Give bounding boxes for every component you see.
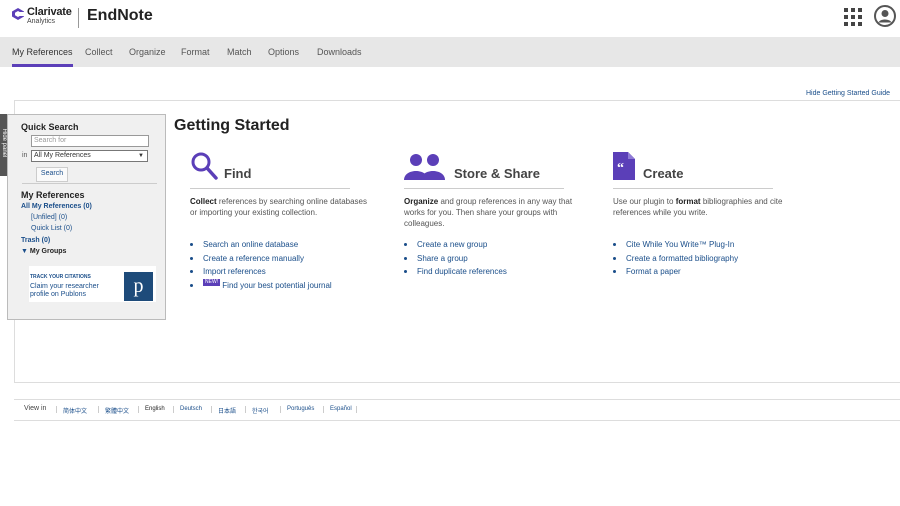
lang-separator <box>323 406 324 413</box>
lang-separator <box>356 406 357 413</box>
create-reference-manually-link[interactable]: Create a reference manually <box>190 252 370 266</box>
tab-my-references[interactable]: My References <box>12 37 73 67</box>
all-my-references-link[interactable]: All My References (0) <box>21 203 92 210</box>
tab-downloads[interactable]: Downloads <box>317 37 362 67</box>
my-groups-label: My Groups <box>29 248 67 255</box>
create-divider <box>613 188 773 189</box>
publons-headline: TRACK YOUR CITATIONS <box>30 274 91 280</box>
publons-banner[interactable]: TRACK YOUR CITATIONS Claim your research… <box>29 266 156 302</box>
create-new-group-link[interactable]: Create a new group <box>404 238 584 252</box>
new-badge: NEW! <box>203 278 221 286</box>
lang-english[interactable]: English <box>145 406 165 412</box>
create-desc-bold: format <box>675 197 701 206</box>
find-journal-text: Find your best potential journal <box>222 280 332 290</box>
dropdown-arrow-icon: ▼ <box>138 153 144 159</box>
triangle-down-icon: ▼ <box>21 248 28 255</box>
store-share-heading-text: Store & Share <box>454 166 540 181</box>
left-panel: Quick Search Search for in All My Refere… <box>7 114 166 320</box>
find-duplicate-references-link[interactable]: Find duplicate references <box>404 265 584 279</box>
store-desc-bold: Organize <box>404 197 439 206</box>
clarivate-logo-icon <box>12 8 24 20</box>
user-account-icon[interactable] <box>874 5 896 27</box>
panel-divider <box>22 183 157 184</box>
create-heading-text: Create <box>643 166 684 181</box>
lang-portuguese[interactable]: Português <box>287 406 314 412</box>
find-desc-text: references by searching online databases… <box>190 197 367 217</box>
unfiled-link[interactable]: [Unfiled] (0) <box>31 214 67 221</box>
trash-link[interactable]: Trash (0) <box>21 237 50 244</box>
my-references-title: My References <box>21 190 85 200</box>
logo-divider <box>78 8 79 28</box>
store-share-links: Create a new group Share a group Find du… <box>404 238 584 279</box>
my-groups-toggle[interactable]: ▼ My Groups <box>21 248 66 255</box>
create-bibliography-link[interactable]: Create a formatted bibliography <box>613 252 793 266</box>
brand-subtitle: Analytics <box>27 18 56 25</box>
search-button[interactable]: Search <box>36 167 68 182</box>
hide-panel-tab[interactable]: Hide panel <box>0 114 7 176</box>
lang-separator <box>280 406 281 413</box>
svg-text:“: “ <box>617 161 624 176</box>
quick-list-link[interactable]: Quick List (0) <box>31 225 72 232</box>
search-online-database-link[interactable]: Search an online database <box>190 238 370 252</box>
store-share-description: Organize and group references in any way… <box>404 196 584 229</box>
publons-logo: p <box>124 272 153 301</box>
find-divider <box>190 188 350 189</box>
hide-getting-started-link[interactable]: Hide Getting Started Guide <box>806 90 890 97</box>
language-bar: View in 简体中文 繁體中文 English Deutsch 日本語 한국… <box>14 399 900 421</box>
share-group-link[interactable]: Share a group <box>404 252 584 266</box>
lang-spanish[interactable]: Español <box>330 406 352 412</box>
publons-line-3: profile on Publons <box>30 291 87 298</box>
find-journal-link[interactable]: NEW! Find your best potential journal <box>190 278 370 293</box>
tab-collect[interactable]: Collect <box>85 37 113 67</box>
create-description: Use our plugin to format bibliographies … <box>613 196 793 218</box>
main-nav: My References Collect Organize Format Ma… <box>0 37 900 67</box>
quick-search-title: Quick Search <box>21 122 79 132</box>
group-users-icon <box>404 154 445 180</box>
lang-traditional-chinese[interactable]: 繁體中文 <box>105 406 129 415</box>
find-links: Search an online database Create a refer… <box>190 238 370 292</box>
cite-while-you-write-link[interactable]: Cite While You Write™ Plug-In <box>613 238 793 252</box>
brand-name: Clarivate <box>27 6 72 18</box>
top-bar: Clarivate Analytics EndNote <box>0 0 900 37</box>
import-references-link[interactable]: Import references <box>190 265 370 279</box>
lang-german[interactable]: Deutsch <box>180 406 202 412</box>
lang-separator <box>211 406 212 413</box>
view-in-label: View in <box>24 405 47 412</box>
create-desc-pre: Use our plugin to <box>613 197 676 206</box>
quote-document-icon: “ <box>613 152 635 180</box>
lang-separator <box>138 406 139 413</box>
lang-separator <box>56 406 57 413</box>
create-links: Cite While You Write™ Plug-In Create a f… <box>613 238 793 279</box>
lang-separator <box>245 406 246 413</box>
find-heading-text: Find <box>224 166 252 181</box>
publons-line-2: Claim your researcher <box>30 283 99 290</box>
tab-match[interactable]: Match <box>227 37 252 67</box>
find-desc-bold: Collect <box>190 197 217 206</box>
lang-separator <box>173 406 174 413</box>
format-paper-link[interactable]: Format a paper <box>613 265 793 279</box>
tab-format[interactable]: Format <box>181 37 210 67</box>
tab-options[interactable]: Options <box>268 37 299 67</box>
search-in-label: in <box>22 152 28 159</box>
magnifier-icon <box>191 152 218 180</box>
app-name: EndNote <box>87 7 153 24</box>
grid-apps-icon[interactable] <box>844 8 862 26</box>
find-description: Collect references by searching online d… <box>190 196 370 218</box>
store-share-divider <box>404 188 564 189</box>
getting-started-title: Getting Started <box>174 117 290 134</box>
search-scope-select[interactable]: All My References ▼ <box>31 150 148 162</box>
lang-separator <box>98 406 99 413</box>
lang-japanese[interactable]: 日本語 <box>218 406 236 415</box>
quick-search-input[interactable]: Search for <box>31 135 149 147</box>
lang-simplified-chinese[interactable]: 简体中文 <box>63 406 87 415</box>
tab-organize[interactable]: Organize <box>129 37 166 67</box>
search-scope-value: All My References <box>34 152 91 159</box>
lang-korean[interactable]: 한국어 <box>252 406 269 415</box>
